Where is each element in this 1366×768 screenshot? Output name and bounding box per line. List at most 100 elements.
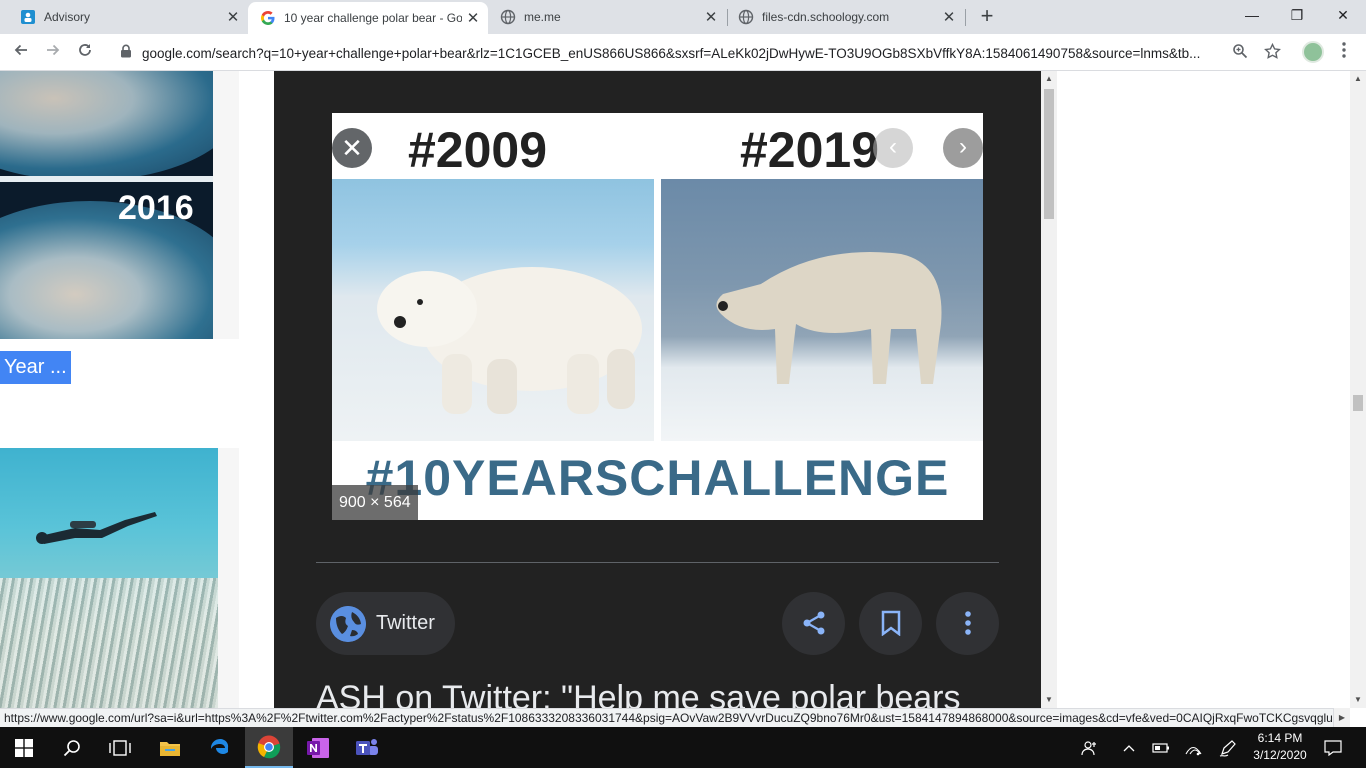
close-icon[interactable]: ✕ bbox=[462, 9, 484, 27]
share-button[interactable] bbox=[782, 592, 845, 655]
browser-menu-button[interactable] bbox=[1334, 41, 1354, 65]
next-image-button[interactable]: › bbox=[943, 128, 983, 168]
source-chip[interactable]: Twitter bbox=[316, 592, 455, 655]
scrollbar-thumb[interactable] bbox=[1353, 395, 1363, 411]
tab-title: files-cdn.schoology.com bbox=[762, 10, 890, 24]
task-view-button[interactable] bbox=[96, 727, 144, 768]
notifications-icon[interactable] bbox=[1320, 727, 1346, 768]
close-icon[interactable]: ✕ bbox=[222, 8, 244, 26]
close-preview-button[interactable]: ✕ bbox=[332, 128, 372, 168]
diver-silhouette bbox=[36, 512, 157, 544]
link-status-bubble: https://www.google.com/url?sa=i&url=http… bbox=[0, 708, 1334, 727]
chevron-left-icon: ‹ bbox=[889, 133, 897, 160]
scroll-down-icon[interactable]: ▼ bbox=[1041, 695, 1057, 704]
minimize-button[interactable]: — bbox=[1229, 0, 1275, 32]
image-preview-panel: #2009 #2019 #10YEARSCHALLENGE ✕ ‹ › 900 … bbox=[274, 71, 1041, 708]
polar-bear-healthy bbox=[377, 267, 642, 414]
save-button[interactable] bbox=[859, 592, 922, 655]
divider bbox=[316, 562, 999, 563]
globe-icon bbox=[738, 9, 754, 25]
schoology-icon bbox=[20, 9, 36, 25]
system-clock[interactable]: 6:14 PM 3/12/2020 bbox=[1248, 730, 1312, 764]
scroll-right-icon[interactable]: ▶ bbox=[1334, 708, 1350, 727]
battery-icon[interactable] bbox=[1150, 727, 1172, 768]
teams-button[interactable] bbox=[343, 727, 391, 768]
previous-image-button[interactable]: ‹ bbox=[873, 128, 913, 168]
url-path: /search?q=10+year+challenge+polar+bear&r… bbox=[211, 45, 1201, 61]
teams-icon bbox=[356, 738, 378, 755]
clock-date: 3/12/2020 bbox=[1253, 748, 1307, 762]
edge-button[interactable] bbox=[196, 727, 244, 768]
start-button[interactable] bbox=[0, 727, 48, 768]
tab-google-search[interactable]: 10 year challenge polar bear - Go ✕ bbox=[248, 2, 488, 34]
task-view-icon bbox=[109, 739, 131, 756]
tab-schoology-files[interactable]: files-cdn.schoology.com ✕ bbox=[728, 0, 964, 34]
result-thumbnail-diver[interactable] bbox=[0, 448, 218, 708]
close-icon: ✕ bbox=[341, 133, 363, 163]
image-year-right: #2019 bbox=[740, 122, 880, 178]
thumbnail-year-text: 2016 bbox=[118, 189, 194, 227]
close-window-button[interactable]: ✕ bbox=[1320, 0, 1366, 32]
chrome-icon bbox=[257, 735, 281, 758]
preview-title[interactable]: ASH on Twitter: "Help me save polar bear… bbox=[316, 679, 961, 708]
arrow-right-icon bbox=[47, 44, 60, 56]
zoom-icon[interactable] bbox=[1231, 43, 1249, 61]
image-divider bbox=[0, 176, 213, 182]
address-bar[interactable]: google.com/search?q=10+year+challenge+po… bbox=[112, 38, 1292, 68]
bookmark-star-icon[interactable] bbox=[1263, 42, 1281, 61]
result-title-highlight[interactable]: Year ... bbox=[0, 351, 71, 384]
page-scrollbar[interactable]: ▲ ▼ bbox=[1350, 71, 1366, 708]
scrollbar-thumb[interactable] bbox=[1044, 89, 1054, 219]
search-results-page: 2016 Year ... #2009 #2019 #10YEARSCHALLE… bbox=[0, 71, 1350, 708]
tab-strip: Advisory ✕ 10 year challenge polar bear … bbox=[0, 0, 1366, 34]
pen-icon[interactable] bbox=[1216, 727, 1240, 768]
profile-avatar[interactable] bbox=[1302, 41, 1324, 63]
image-hashtag: #10YEARSCHALLENGE bbox=[365, 450, 950, 506]
image-year-left: #2009 bbox=[408, 122, 548, 178]
globe-icon bbox=[500, 9, 516, 25]
tab-title: me.me bbox=[524, 10, 561, 24]
chrome-button[interactable] bbox=[245, 727, 293, 768]
close-icon[interactable]: ✕ bbox=[938, 8, 960, 26]
forward-button[interactable] bbox=[41, 41, 65, 65]
chevron-right-icon: › bbox=[959, 133, 967, 160]
tab-separator bbox=[965, 9, 966, 26]
scroll-up-icon[interactable]: ▲ bbox=[1350, 74, 1366, 83]
windows-logo-icon bbox=[15, 738, 33, 757]
search-button[interactable] bbox=[48, 727, 96, 768]
image-dimensions: 900 × 564 bbox=[332, 485, 418, 520]
arrow-left-icon bbox=[14, 44, 27, 56]
more-options-button[interactable] bbox=[936, 592, 999, 655]
bookmark-icon bbox=[881, 610, 900, 637]
search-icon bbox=[63, 739, 80, 756]
thumbnail-gutter bbox=[218, 448, 239, 708]
coral-reef bbox=[0, 578, 218, 708]
file-explorer-button[interactable] bbox=[146, 727, 194, 768]
close-icon[interactable]: ✕ bbox=[700, 8, 722, 26]
tab-advisory[interactable]: Advisory ✕ bbox=[0, 0, 248, 34]
more-vertical-icon bbox=[964, 611, 971, 635]
people-icon[interactable] bbox=[1077, 727, 1103, 768]
url-text: google.com/search?q=10+year+challenge+po… bbox=[142, 46, 1222, 61]
healthy-bear-photo bbox=[332, 179, 654, 441]
reload-button[interactable] bbox=[73, 41, 97, 65]
tab-meme[interactable]: me.me ✕ bbox=[490, 0, 726, 34]
preview-scrollbar[interactable]: ▲ ▼ bbox=[1041, 71, 1057, 708]
back-button[interactable] bbox=[9, 41, 33, 65]
onenote-button[interactable] bbox=[294, 727, 342, 768]
globe-icon bbox=[330, 605, 366, 642]
wifi-icon[interactable] bbox=[1182, 727, 1204, 768]
edge-icon bbox=[210, 738, 229, 754]
new-tab-button[interactable]: + bbox=[976, 5, 998, 28]
result-thumbnail-earth[interactable]: 2016 bbox=[0, 71, 213, 339]
maximize-button[interactable]: ❐ bbox=[1274, 0, 1320, 32]
globe-image-top bbox=[0, 71, 213, 181]
preview-image[interactable]: #2009 #2019 #10YEARSCHALLENGE bbox=[332, 113, 983, 520]
scroll-down-icon[interactable]: ▼ bbox=[1350, 695, 1366, 704]
clock-time: 6:14 PM bbox=[1257, 731, 1303, 745]
source-name: Twitter bbox=[376, 612, 435, 634]
browser-toolbar: google.com/search?q=10+year+challenge+po… bbox=[0, 34, 1366, 71]
scroll-up-icon[interactable]: ▲ bbox=[1041, 74, 1057, 83]
thin-bear-photo bbox=[661, 179, 983, 441]
chevron-up-icon[interactable] bbox=[1118, 727, 1140, 768]
